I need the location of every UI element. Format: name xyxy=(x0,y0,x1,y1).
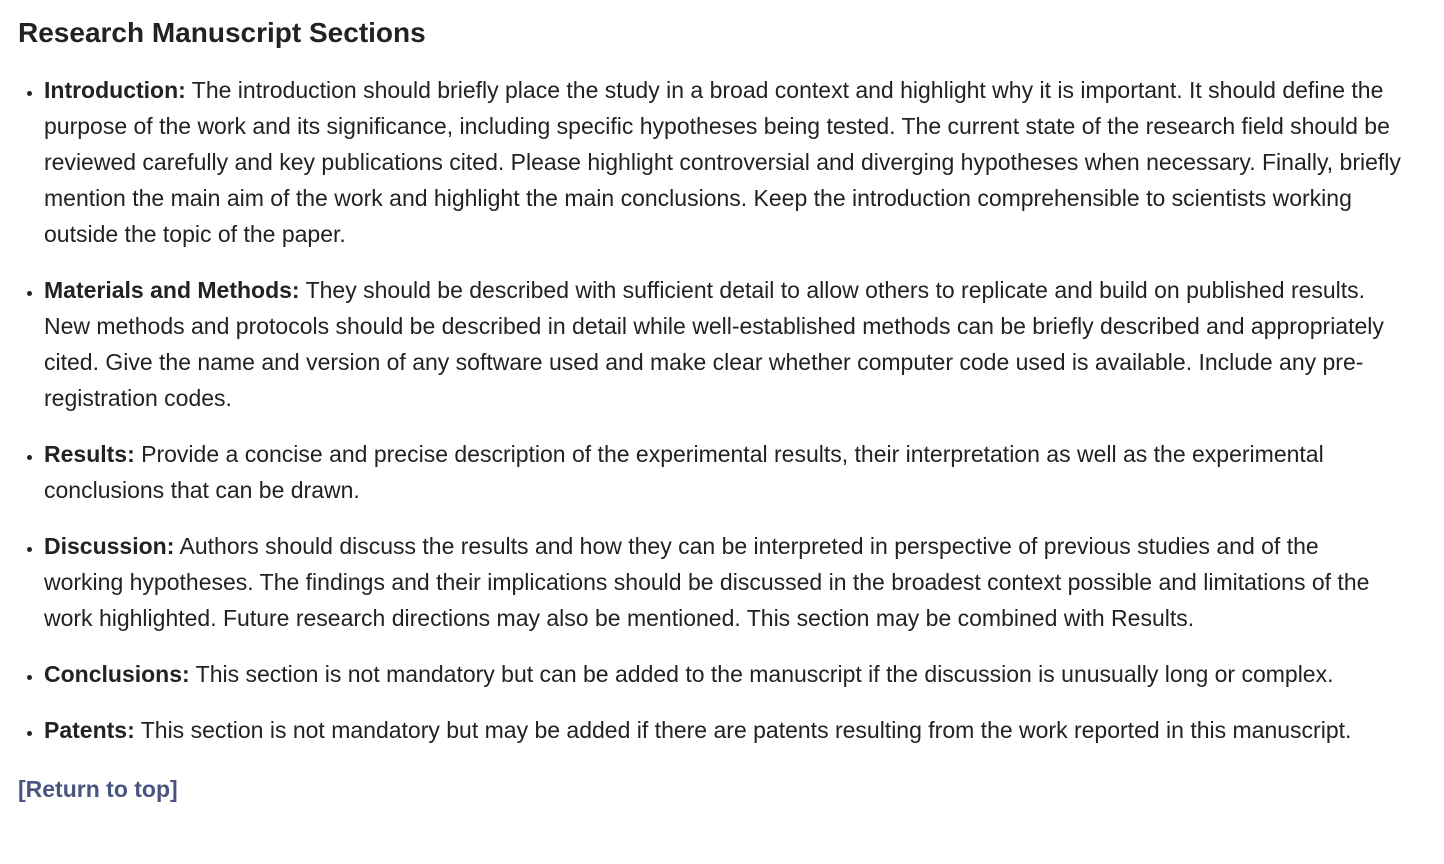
section-term: Results: xyxy=(44,441,135,467)
return-to-top-link[interactable]: [Return to top] xyxy=(18,772,178,806)
page: Research Manuscript Sections Introductio… xyxy=(0,0,1444,806)
list-item-introduction: Introduction: The introduction should br… xyxy=(44,72,1426,252)
section-term: Conclusions: xyxy=(44,661,190,687)
section-term: Discussion: xyxy=(44,533,175,559)
list-item-conclusions: Conclusions: This section is not mandato… xyxy=(44,656,1426,692)
section-term: Introduction: xyxy=(44,77,186,103)
section-description: The introduction should briefly place th… xyxy=(44,77,1401,247)
section-term: Patents: xyxy=(44,717,135,743)
list-item-materials-methods: Materials and Methods: They should be de… xyxy=(44,272,1426,416)
list-item-results: Results: Provide a concise and precise d… xyxy=(44,436,1426,508)
section-description: This section is not mandatory but may be… xyxy=(140,717,1352,743)
section-list: Introduction: The introduction should br… xyxy=(18,72,1426,748)
list-item-patents: Patents: This section is not mandatory b… xyxy=(44,712,1426,748)
section-description: Provide a concise and precise descriptio… xyxy=(44,441,1324,503)
section-description: This section is not mandatory but can be… xyxy=(195,661,1334,687)
list-item-discussion: Discussion: Authors should discuss the r… xyxy=(44,528,1426,636)
section-description: Authors should discuss the results and h… xyxy=(44,533,1370,631)
section-term: Materials and Methods: xyxy=(44,277,300,303)
page-title: Research Manuscript Sections xyxy=(18,17,426,48)
